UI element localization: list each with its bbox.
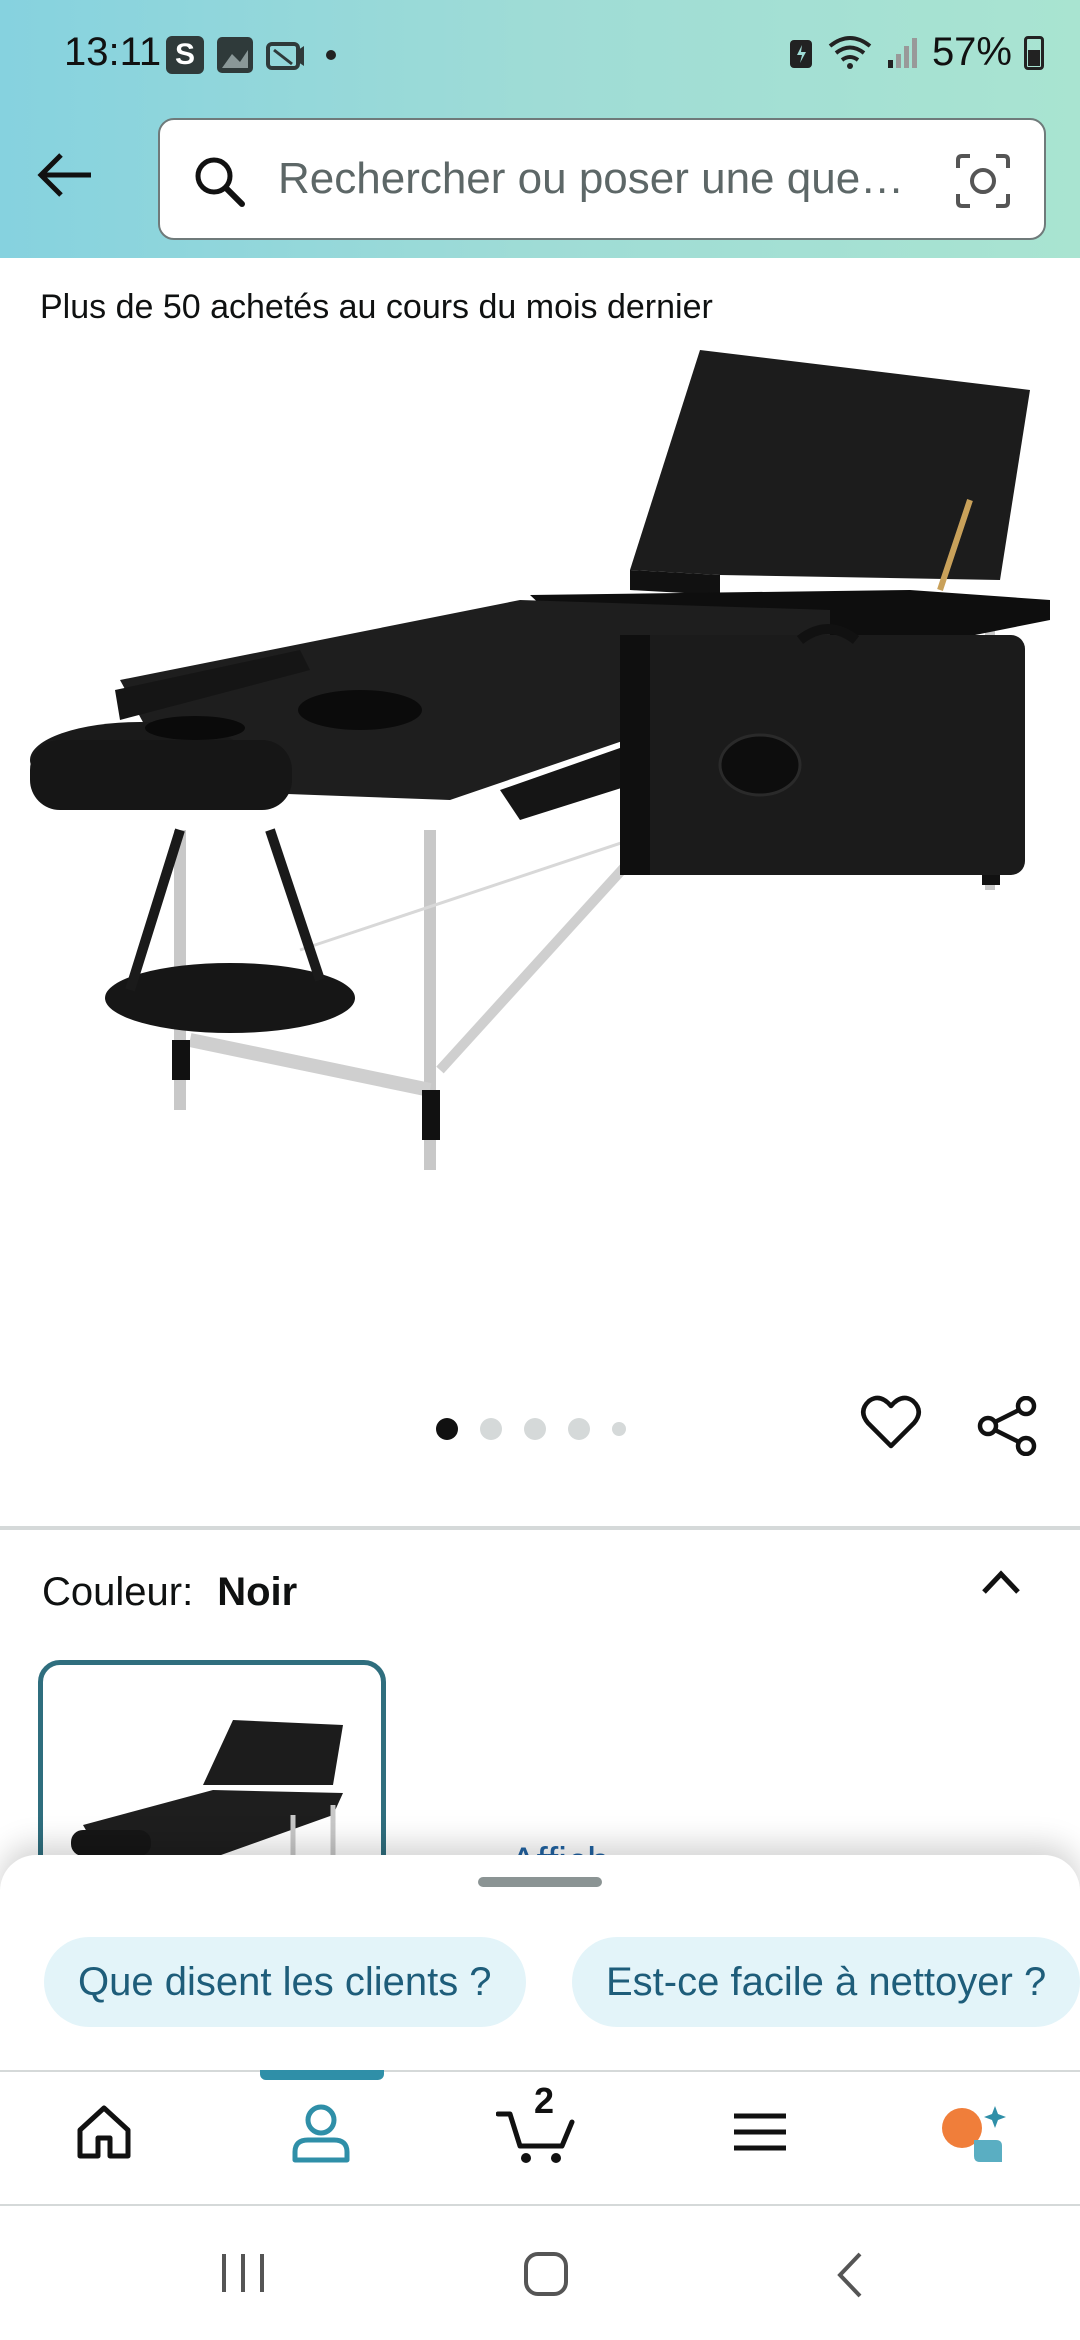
gallery-icon [217, 37, 253, 73]
status-system-icons: 57% [788, 30, 1044, 75]
status-bar: 13:11 S 57% [0, 0, 1080, 110]
camera-search-icon[interactable] [952, 150, 1014, 212]
color-value: Noir [217, 1570, 298, 1614]
suggestion-chip-clients[interactable]: Que disent les clients ? [44, 1937, 526, 2027]
s-app-icon: S [166, 36, 204, 74]
massage-table-illustration [30, 350, 1050, 1170]
suggestion-chip-nettoyer[interactable]: Est-ce facile à nettoyer ? [572, 1937, 1080, 2027]
wifi-icon [828, 35, 872, 69]
chevron-up-icon[interactable] [976, 1562, 1026, 1602]
system-navigation [0, 2208, 1080, 2340]
rufus-assistant-icon[interactable] [940, 2102, 1010, 2168]
search-input[interactable]: Rechercher ou poser une que… [158, 118, 1046, 240]
battery-percent: 57% [931, 30, 1012, 74]
account-icon[interactable] [290, 2102, 352, 2164]
share-icon[interactable] [976, 1396, 1038, 1456]
section-divider [0, 1526, 1080, 1530]
bought-last-month-text: Plus de 50 achetés au cours du mois dern… [40, 288, 713, 326]
signal-icon [887, 37, 917, 68]
nav-active-indicator [260, 2070, 384, 2080]
product-image[interactable] [0, 350, 1080, 1330]
pager-dot[interactable] [568, 1418, 590, 1440]
home-button-icon[interactable] [522, 2250, 570, 2298]
header: 13:11 S 57% Rechercher ou poser une que… [0, 0, 1080, 258]
back-button[interactable] [30, 140, 100, 210]
pager-dot[interactable] [480, 1418, 502, 1440]
color-selector: Couleur: Noir [42, 1570, 297, 1615]
notification-dot-icon [326, 50, 336, 60]
heart-icon[interactable] [860, 1394, 922, 1452]
sheet-drag-handle[interactable] [478, 1877, 602, 1887]
pager-dot[interactable] [612, 1422, 626, 1436]
home-icon[interactable] [74, 2102, 134, 2162]
cart-icon[interactable] [496, 2102, 578, 2168]
suggestions-sheet: Que disent les clients ? Est-ce facile à… [0, 1855, 1080, 2070]
recent-apps-icon[interactable] [218, 2250, 268, 2296]
battery-saver-icon [789, 39, 812, 68]
status-notification-icons: S [166, 36, 336, 74]
pager-dot-active[interactable] [436, 1418, 458, 1440]
pager-dot[interactable] [524, 1418, 546, 1440]
menu-icon[interactable] [732, 2102, 788, 2162]
search-icon [195, 157, 245, 207]
color-label: Couleur: [42, 1570, 194, 1614]
bottom-navigation: 2 [0, 2070, 1080, 2206]
status-time: 13:11 [64, 30, 162, 74]
battery-icon [1024, 35, 1044, 70]
arrow-left-icon [37, 153, 91, 197]
back-nav-icon[interactable] [832, 2250, 868, 2300]
camera-off-icon [266, 42, 304, 70]
search-placeholder: Rechercher ou poser une que… [278, 154, 905, 203]
image-pager[interactable] [436, 1418, 626, 1440]
